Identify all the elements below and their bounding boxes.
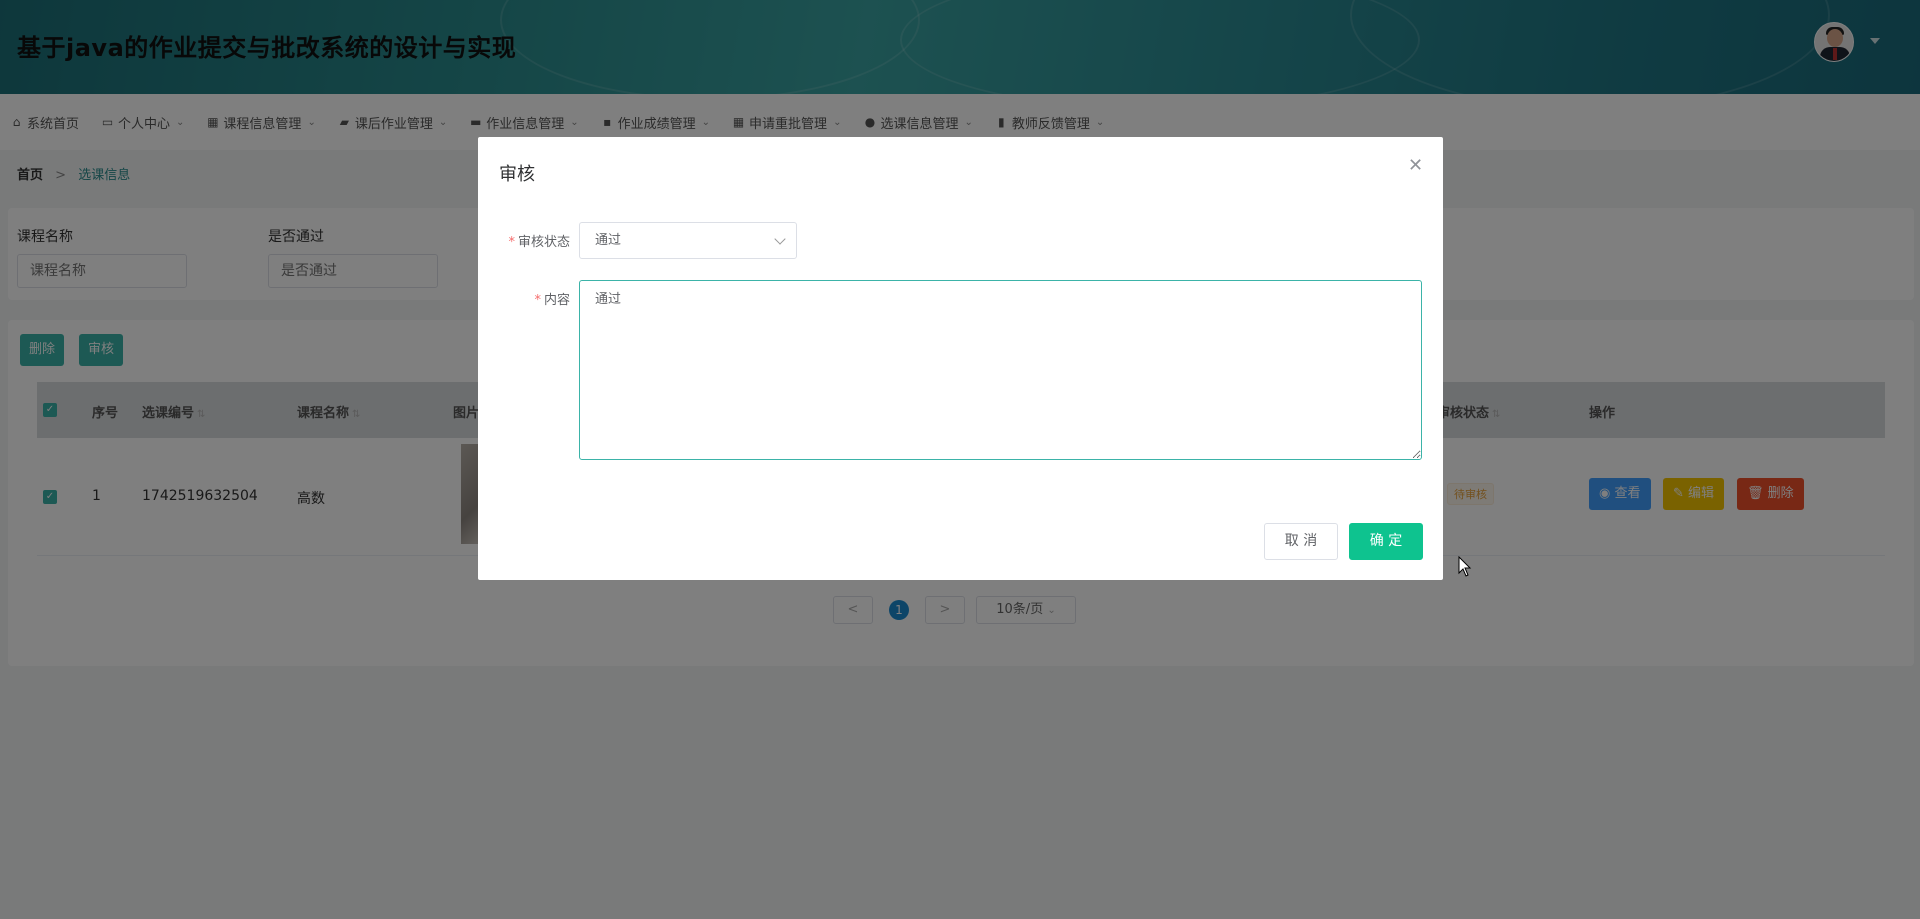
close-icon[interactable]: ✕ bbox=[1408, 155, 1423, 176]
review-dialog: 审核 ✕ * 审核状态 通过 * 内容 通过 取 消 确 定 bbox=[478, 137, 1443, 580]
content-textarea[interactable]: 通过 bbox=[579, 280, 1422, 460]
mouse-cursor-icon bbox=[1458, 556, 1472, 577]
dialog-title: 审核 bbox=[499, 164, 535, 185]
confirm-button[interactable]: 确 定 bbox=[1349, 523, 1423, 560]
chevron-down-icon bbox=[774, 233, 786, 245]
status-field-label: * 审核状态 bbox=[508, 235, 570, 250]
cancel-button[interactable]: 取 消 bbox=[1264, 523, 1338, 560]
content-field-label: * 内容 bbox=[534, 293, 570, 308]
review-status-select[interactable]: 通过 bbox=[579, 222, 797, 259]
